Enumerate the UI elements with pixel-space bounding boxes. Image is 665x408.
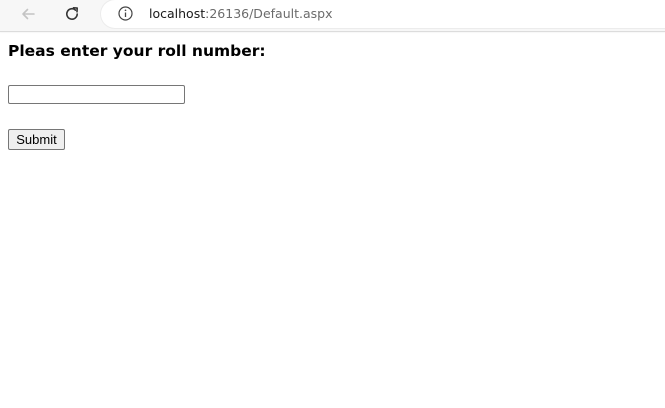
- info-icon[interactable]: [118, 6, 133, 21]
- back-button[interactable]: [14, 2, 42, 26]
- url-path: :26136/Default.aspx: [205, 6, 333, 21]
- url-text[interactable]: localhost:26136/Default.aspx: [149, 6, 332, 22]
- roll-number-input[interactable]: [8, 85, 185, 104]
- submit-button[interactable]: Submit: [8, 129, 65, 150]
- page-content: Pleas enter your roll number: Submit: [0, 32, 665, 408]
- address-bar[interactable]: localhost:26136/Default.aspx: [101, 0, 665, 28]
- page-heading: Pleas enter your roll number:: [8, 42, 266, 60]
- reload-icon: [66, 7, 78, 20]
- url-host: localhost: [149, 6, 206, 21]
- reload-button[interactable]: [58, 2, 86, 26]
- browser-toolbar: localhost:26136/Default.aspx: [0, 0, 665, 32]
- back-arrow-icon: [22, 8, 35, 20]
